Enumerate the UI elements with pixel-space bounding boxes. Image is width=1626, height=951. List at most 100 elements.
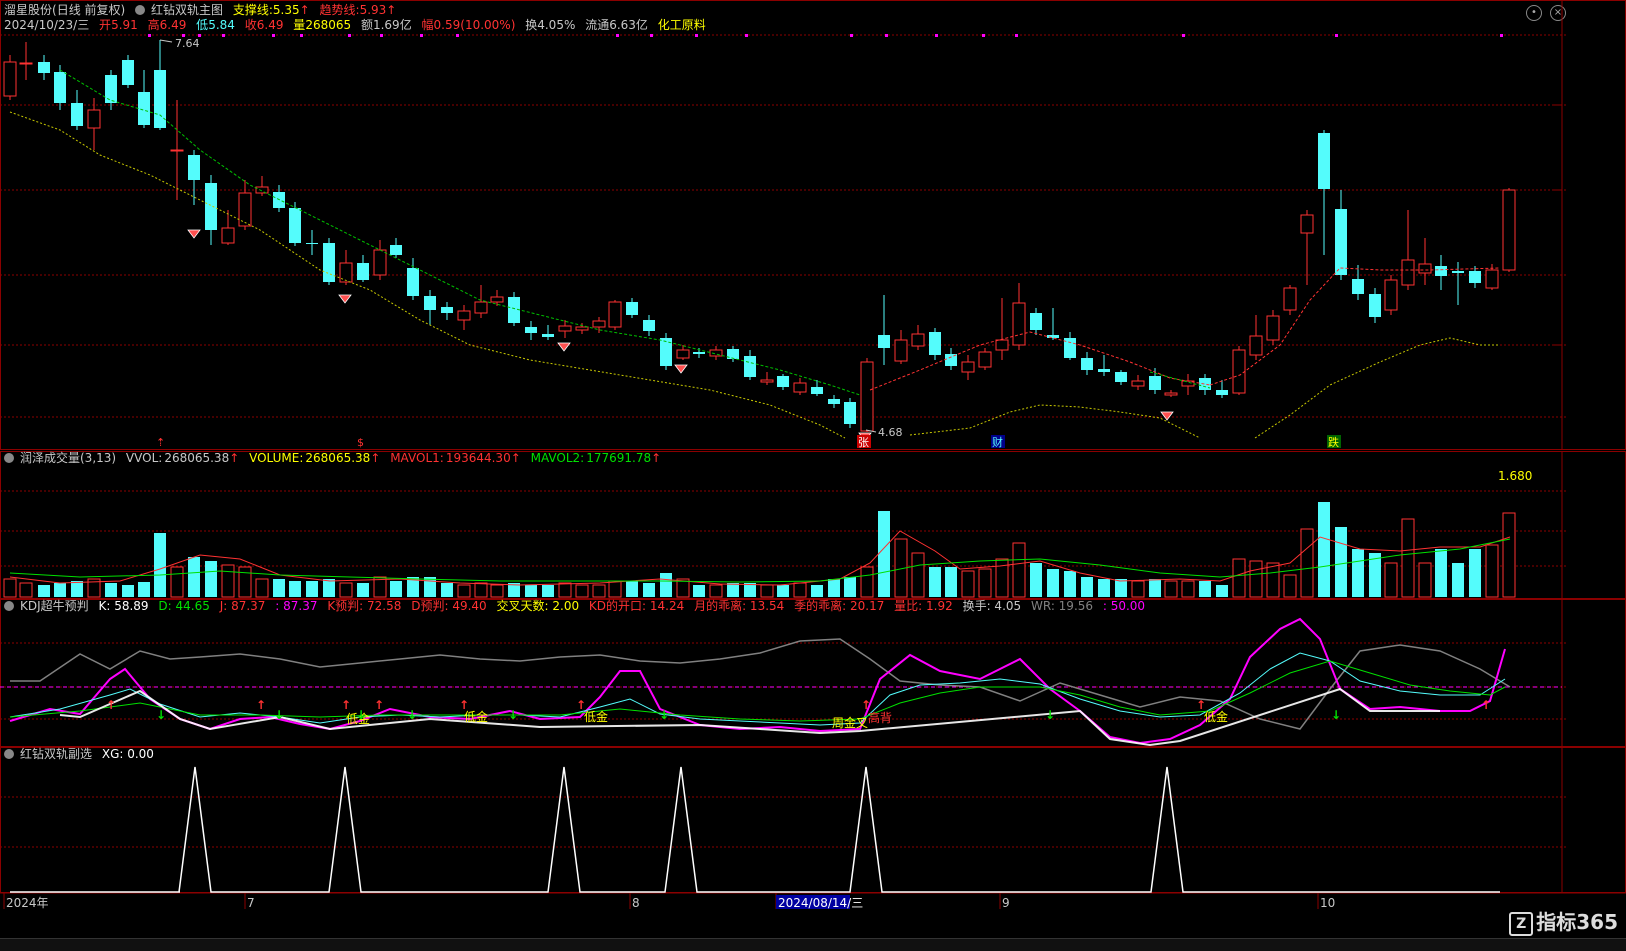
candle-body-up bbox=[87, 109, 101, 129]
volume-bar-down bbox=[643, 583, 655, 597]
volume-title[interactable]: 润泽成交量(3,13) bbox=[20, 451, 116, 465]
down-arrow-icon: ↓ bbox=[407, 708, 417, 722]
gear-icon[interactable] bbox=[4, 453, 14, 463]
volume-bar-down bbox=[929, 567, 941, 597]
candle-body-down bbox=[844, 402, 856, 424]
candle-body-down bbox=[1469, 271, 1481, 283]
volume-bar-down bbox=[1199, 581, 1211, 597]
x-axis-label: 2024/08/14/三 bbox=[778, 896, 863, 910]
signal-dot bbox=[300, 34, 303, 37]
kdj-wr: WR: 19.56 bbox=[1030, 599, 1094, 613]
candle-body-down bbox=[1352, 279, 1364, 294]
signal-dot bbox=[420, 34, 423, 37]
volume-bar-up bbox=[1283, 574, 1297, 598]
candle-body-up bbox=[1266, 315, 1280, 341]
up-arrow-icon: ↑ bbox=[576, 698, 586, 712]
candle-body-down bbox=[289, 208, 301, 243]
candle-body-down bbox=[542, 334, 554, 337]
d-line bbox=[9, 660, 1506, 722]
bottom-tab-bar[interactable] bbox=[0, 938, 1626, 951]
signal-dot bbox=[616, 34, 619, 37]
candle-body-up bbox=[558, 325, 572, 332]
kdj-pane[interactable]: 低金 低金 低金 低金 周金叉 高背 ↑ ↓ ↑ ↓ ↑ ↓ ↑ ↓ ↑ ↓ ↑ ↓ ↑ ↓ ↑ ↓ ↑ KDJ超牛预判 K… bbox=[0, 599, 1626, 747]
kdj-signal-label: 低金 bbox=[584, 709, 608, 724]
gear-icon[interactable] bbox=[4, 601, 14, 611]
volume-bar-down bbox=[660, 573, 672, 597]
sub-title[interactable]: 红钻双轨副选 bbox=[20, 747, 92, 761]
volume-bar-down bbox=[1030, 563, 1042, 597]
volume-bar-down bbox=[188, 557, 200, 597]
candle-body-up bbox=[19, 62, 33, 65]
main-chart-pane[interactable]: 溜星股份(日线 前复权) 红钻双轨主图 支撑线:5.35↑ 趋势线:5.93↑ … bbox=[0, 0, 1626, 450]
candle-body-up bbox=[608, 301, 622, 328]
volume-bar-down bbox=[1115, 579, 1127, 597]
mavol1-label: MAVOL1: bbox=[390, 451, 444, 465]
down-arrow-icon: ↓ bbox=[659, 708, 669, 722]
candle-body-down bbox=[205, 183, 217, 230]
volume-header: 润泽成交量(3,13) VVOL: 268065.38↑ VOLUME: 26806… bbox=[4, 451, 667, 466]
volume-value: 268065.38 bbox=[305, 451, 371, 465]
candle-body-up bbox=[760, 379, 774, 383]
candle-body-up bbox=[490, 296, 504, 303]
candle-body-down bbox=[1452, 271, 1464, 273]
signal-dot bbox=[380, 34, 383, 37]
down-arrow-icon: ↓ bbox=[1331, 708, 1341, 722]
sub-header: 红钻双轨副选 XG: 0.00 bbox=[4, 747, 160, 762]
candle-body-down bbox=[1216, 390, 1228, 395]
candle-body-up bbox=[575, 326, 589, 331]
min-price-label: 4.68 bbox=[878, 426, 903, 439]
candle-body-down bbox=[441, 307, 453, 313]
volume-bar-down bbox=[1098, 579, 1110, 597]
volume-bar-up bbox=[1300, 528, 1314, 598]
signal-dot bbox=[222, 34, 225, 37]
volume-bar-up bbox=[490, 584, 504, 598]
candle-body-down bbox=[811, 387, 823, 394]
candle-body-up bbox=[474, 301, 488, 314]
up-arrow-icon: ↑ bbox=[459, 698, 469, 712]
candle-body-down bbox=[38, 62, 50, 73]
volume-bar-up bbox=[961, 570, 975, 598]
up-arrow-icon: ↑ bbox=[106, 698, 116, 712]
volume-scale: 1.680 bbox=[1498, 469, 1533, 483]
volume-chart[interactable] bbox=[0, 451, 1626, 599]
max-price-pointer bbox=[159, 39, 173, 43]
xg-chart[interactable] bbox=[0, 747, 1626, 893]
volume-bar-down bbox=[122, 585, 134, 597]
volume-bar-up bbox=[457, 584, 471, 598]
candle-body-up bbox=[3, 61, 17, 97]
volume-pane[interactable]: 润泽成交量(3,13) VVOL: 268065.38↑ VOLUME: 26806… bbox=[0, 451, 1626, 599]
kdj-title[interactable]: KDJ超牛预判 bbox=[20, 599, 89, 613]
volume-bar-up bbox=[1164, 580, 1178, 598]
volume-bar-down bbox=[727, 583, 739, 597]
candlestick-chart[interactable]: 7.64 4.68 ⇡ $ 张 财 跌 bbox=[0, 0, 1626, 450]
volume-bar-up bbox=[238, 566, 252, 598]
candle-body-up bbox=[894, 339, 908, 362]
kdj-signal-label: 低金 bbox=[1204, 709, 1228, 724]
candle-body-up bbox=[1283, 287, 1297, 311]
down-arrow-icon: ↓ bbox=[156, 708, 166, 722]
candle-body-down bbox=[105, 75, 117, 103]
kdj-chart[interactable]: 低金 低金 低金 低金周金叉 高背↑↓↑↓↑↓↑↓↑↓↑↓↑↓↑↓↑ bbox=[0, 599, 1626, 747]
candle-body-down bbox=[1047, 335, 1059, 338]
volume-bar-down bbox=[154, 533, 166, 597]
volume-bar-down bbox=[1064, 571, 1076, 597]
volume-bar-down bbox=[54, 583, 66, 597]
mavol1-value: 193644.30 bbox=[445, 451, 511, 465]
mavol2-value: 177691.78 bbox=[586, 451, 652, 465]
signal-dot bbox=[650, 34, 653, 37]
volume-bar-down bbox=[811, 585, 823, 597]
x-axis-label: 10 bbox=[1320, 896, 1335, 910]
volume-bar-down bbox=[1047, 569, 1059, 597]
candle-body-down bbox=[1149, 376, 1161, 390]
candle-body-up bbox=[793, 382, 807, 393]
up-arrow-icon: ↑ bbox=[1481, 698, 1491, 712]
xg-signal-line bbox=[10, 766, 1500, 893]
sub-pane[interactable]: 红钻双轨副选 XG: 0.00 bbox=[0, 747, 1626, 893]
volume-bar-down bbox=[1149, 579, 1161, 597]
gear-icon[interactable] bbox=[4, 749, 14, 759]
candle-body-down bbox=[1335, 209, 1347, 275]
x-axis-label: 7 bbox=[247, 896, 255, 910]
volume-bar-down bbox=[1469, 549, 1481, 597]
volume-bar-up bbox=[1131, 580, 1145, 598]
signal-dot bbox=[850, 34, 853, 37]
